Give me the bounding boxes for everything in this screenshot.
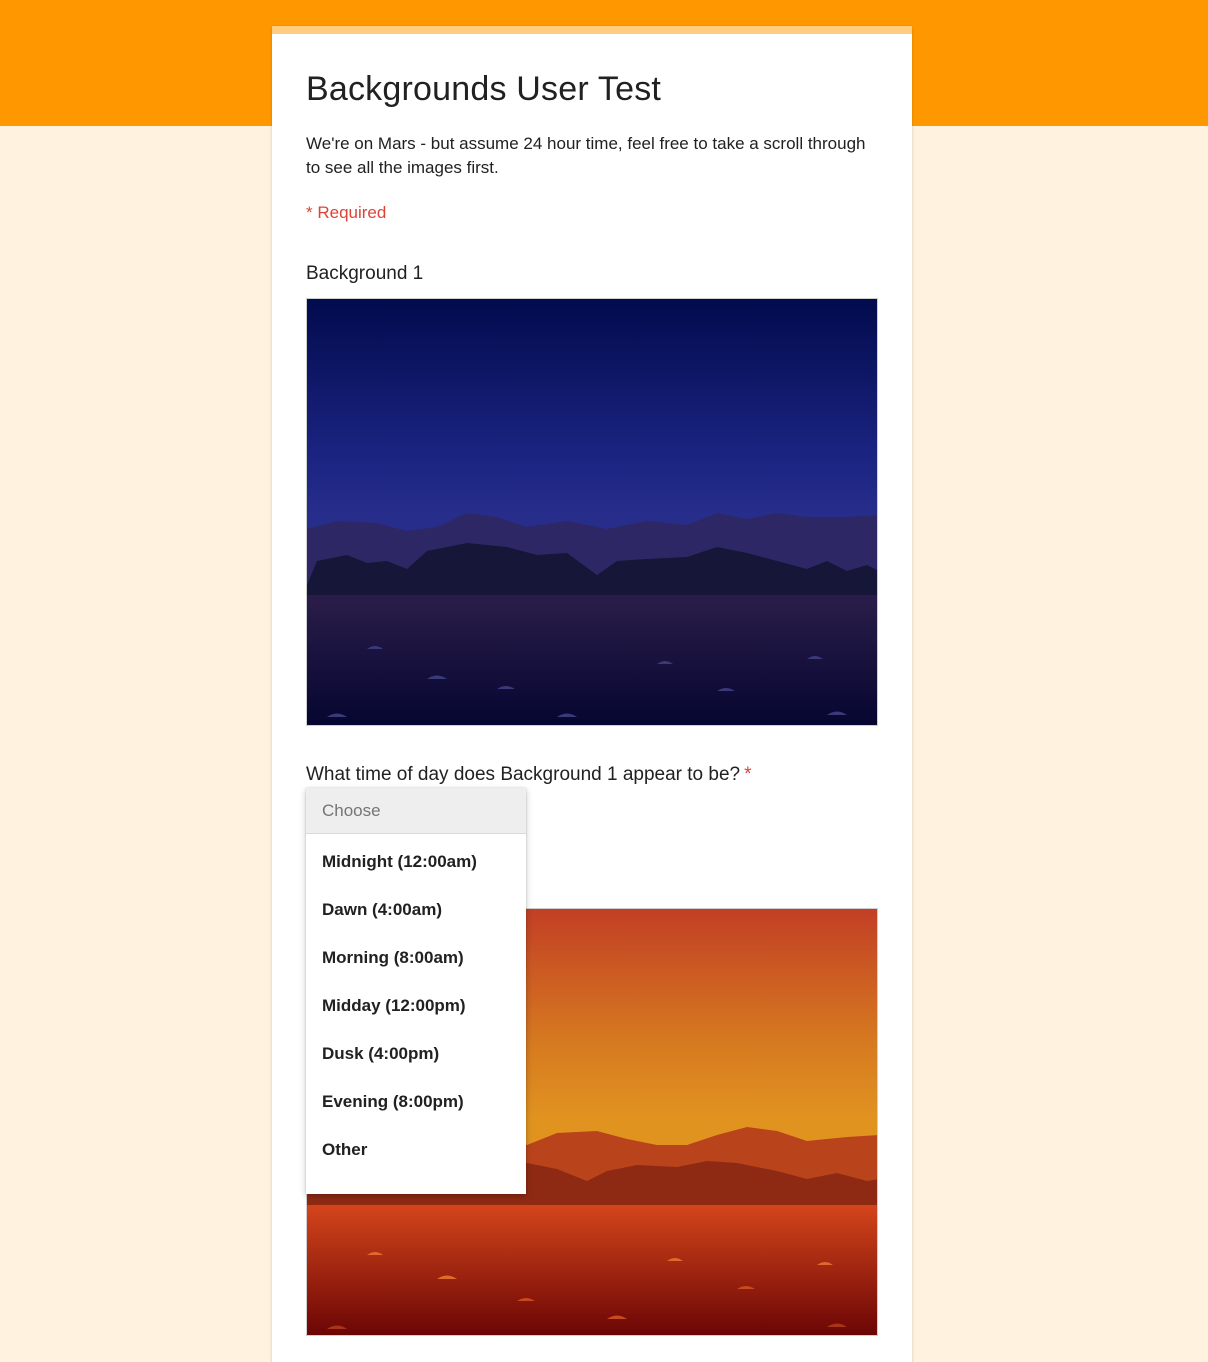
background-1-image	[306, 298, 878, 726]
option-midday[interactable]: Midday (12:00pm)	[306, 982, 526, 1030]
option-other[interactable]: Other	[306, 1126, 526, 1174]
option-midnight[interactable]: Midnight (12:00am)	[306, 838, 526, 886]
card-accent-bar	[272, 26, 912, 34]
form-description: We're on Mars - but assume 24 hour time,…	[306, 134, 866, 177]
dropdown-options-list: Midnight (12:00am) Dawn (4:00am) Morning…	[306, 834, 526, 1174]
dropdown-placeholder-option[interactable]: Choose	[306, 788, 526, 834]
required-note: * Required	[306, 203, 387, 222]
option-morning[interactable]: Morning (8:00am)	[306, 934, 526, 982]
question-time-of-day: What time of day does Background 1 appea…	[306, 764, 752, 786]
form-title: Backgrounds User Test	[306, 70, 662, 108]
option-dawn[interactable]: Dawn (4:00am)	[306, 886, 526, 934]
time-of-day-dropdown[interactable]: Choose Midnight (12:00am) Dawn (4:00am) …	[306, 788, 526, 1194]
required-star: *	[744, 764, 752, 785]
question-text: What time of day does Background 1 appea…	[306, 764, 741, 785]
option-evening[interactable]: Evening (8:00pm)	[306, 1078, 526, 1126]
section-label: Background 1	[306, 263, 424, 284]
option-dusk[interactable]: Dusk (4:00pm)	[306, 1030, 526, 1078]
